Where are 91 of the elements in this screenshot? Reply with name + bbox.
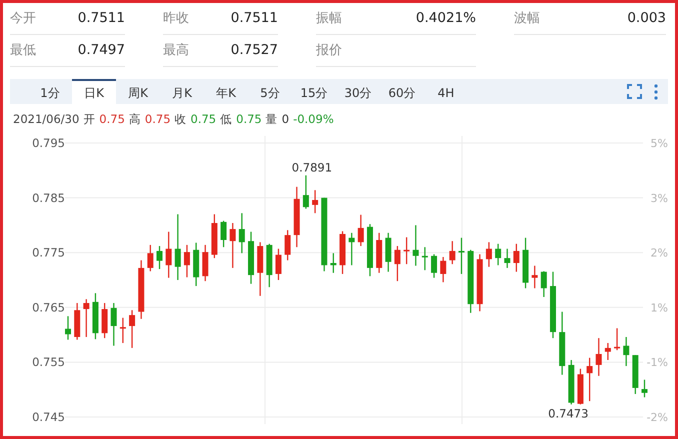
axis-label: -2%: [646, 411, 668, 424]
stat-value: 0.7511: [78, 9, 125, 28]
candlestick: [449, 240, 456, 265]
info-value: 0.75: [236, 111, 262, 128]
info-label: 量: [266, 111, 278, 128]
period-tab[interactable]: 日K: [72, 79, 116, 104]
candlestick: [623, 336, 630, 367]
axis-label: 1%: [650, 302, 668, 315]
price-annotation: 0.7473: [548, 406, 588, 421]
candlestick: [614, 328, 620, 351]
price-annotation: 0.7891: [292, 160, 332, 175]
candlestick: [431, 254, 438, 279]
candlestick: [486, 242, 492, 268]
candlestick: [110, 302, 117, 347]
candlestick: [302, 174, 309, 210]
candlestick: [184, 244, 190, 278]
candlestick: [642, 379, 648, 398]
candlestick: [147, 244, 154, 272]
change-percent: -0.09%: [293, 111, 334, 128]
info-value: 0.75: [190, 111, 216, 128]
candlestick: [275, 248, 282, 281]
stat-value: 0.7511: [230, 9, 278, 28]
candlestick: [220, 220, 227, 248]
period-tab[interactable]: 15分: [292, 79, 336, 104]
candlestick: [404, 236, 410, 265]
candlestick: [238, 212, 245, 254]
candlestick: [348, 232, 355, 266]
info-value: 0: [282, 111, 290, 128]
candlestick: [504, 248, 510, 269]
candlestick: [596, 338, 602, 377]
info-label: 高: [128, 111, 141, 128]
candlestick: [540, 270, 547, 298]
candlestick: [604, 342, 611, 361]
candlestick: [330, 252, 336, 274]
candlestick: [586, 357, 593, 402]
period-tab[interactable]: 年K: [204, 79, 248, 104]
info-value: 0.75: [144, 111, 171, 128]
period-tab[interactable]: 60分: [380, 79, 424, 104]
period-tab[interactable]: 5分: [248, 79, 292, 104]
candlestick: [83, 298, 90, 338]
candlestick: [495, 243, 502, 266]
candlestick: [412, 224, 419, 267]
stat-label: 报价: [316, 42, 342, 60]
stat-value: 0.003: [627, 9, 666, 28]
candlestick: [532, 265, 538, 290]
axis-label: 0.775: [32, 246, 65, 260]
stat-label: 最低: [10, 42, 36, 60]
axis-label: 3%: [650, 192, 668, 206]
stat-value: 0.7497: [78, 41, 125, 60]
stat-label: 振幅: [316, 10, 342, 28]
axis-label: 0.795: [32, 136, 65, 150]
stat-label: 波幅: [514, 10, 540, 28]
more-icon[interactable]: [654, 84, 658, 100]
stat-label: 今开: [10, 10, 36, 28]
candlestick: [440, 256, 446, 284]
info-label: 开: [83, 111, 96, 128]
candlestick: [458, 237, 464, 275]
period-tab[interactable]: 30分: [336, 79, 380, 104]
period-tab[interactable]: 周K: [116, 79, 160, 104]
candlestick: [166, 231, 172, 279]
axis-label: 0.755: [32, 355, 65, 370]
candlestick: [120, 317, 126, 344]
axis-label: 0.745: [32, 410, 65, 424]
stat-label: 最高: [163, 42, 189, 60]
axis-label: -1%: [646, 356, 668, 370]
axis-label: 2%: [650, 246, 668, 260]
axis-label: 0.785: [32, 191, 65, 206]
candlestick: [174, 214, 181, 281]
candlestick: [312, 190, 318, 214]
stat-value: 0.7527: [230, 41, 278, 60]
candlestick: [394, 246, 400, 282]
candlestick: [358, 214, 364, 247]
candlestick: [513, 243, 520, 273]
info-date: 2021/06/30: [13, 111, 80, 128]
info-label: 收: [174, 111, 187, 128]
candlestick: [230, 222, 236, 269]
period-tab[interactable]: 1分: [28, 79, 72, 104]
fullscreen-icon[interactable]: [627, 84, 642, 99]
stat-value: 0.4021%: [416, 9, 476, 28]
info-value: 0.75: [99, 111, 125, 128]
candlestick: [129, 310, 136, 349]
candlestick: [422, 246, 428, 271]
candlestick: [284, 230, 291, 262]
info-label: 低: [220, 111, 232, 128]
period-tab[interactable]: 月K: [160, 79, 204, 104]
candlestick: [156, 246, 163, 270]
candlestick: [65, 316, 71, 341]
axis-label: 5%: [650, 137, 668, 150]
stat-label: 昨收: [163, 10, 189, 28]
period-tab[interactable]: 4H: [424, 79, 468, 104]
axis-label: 0.765: [32, 300, 65, 315]
